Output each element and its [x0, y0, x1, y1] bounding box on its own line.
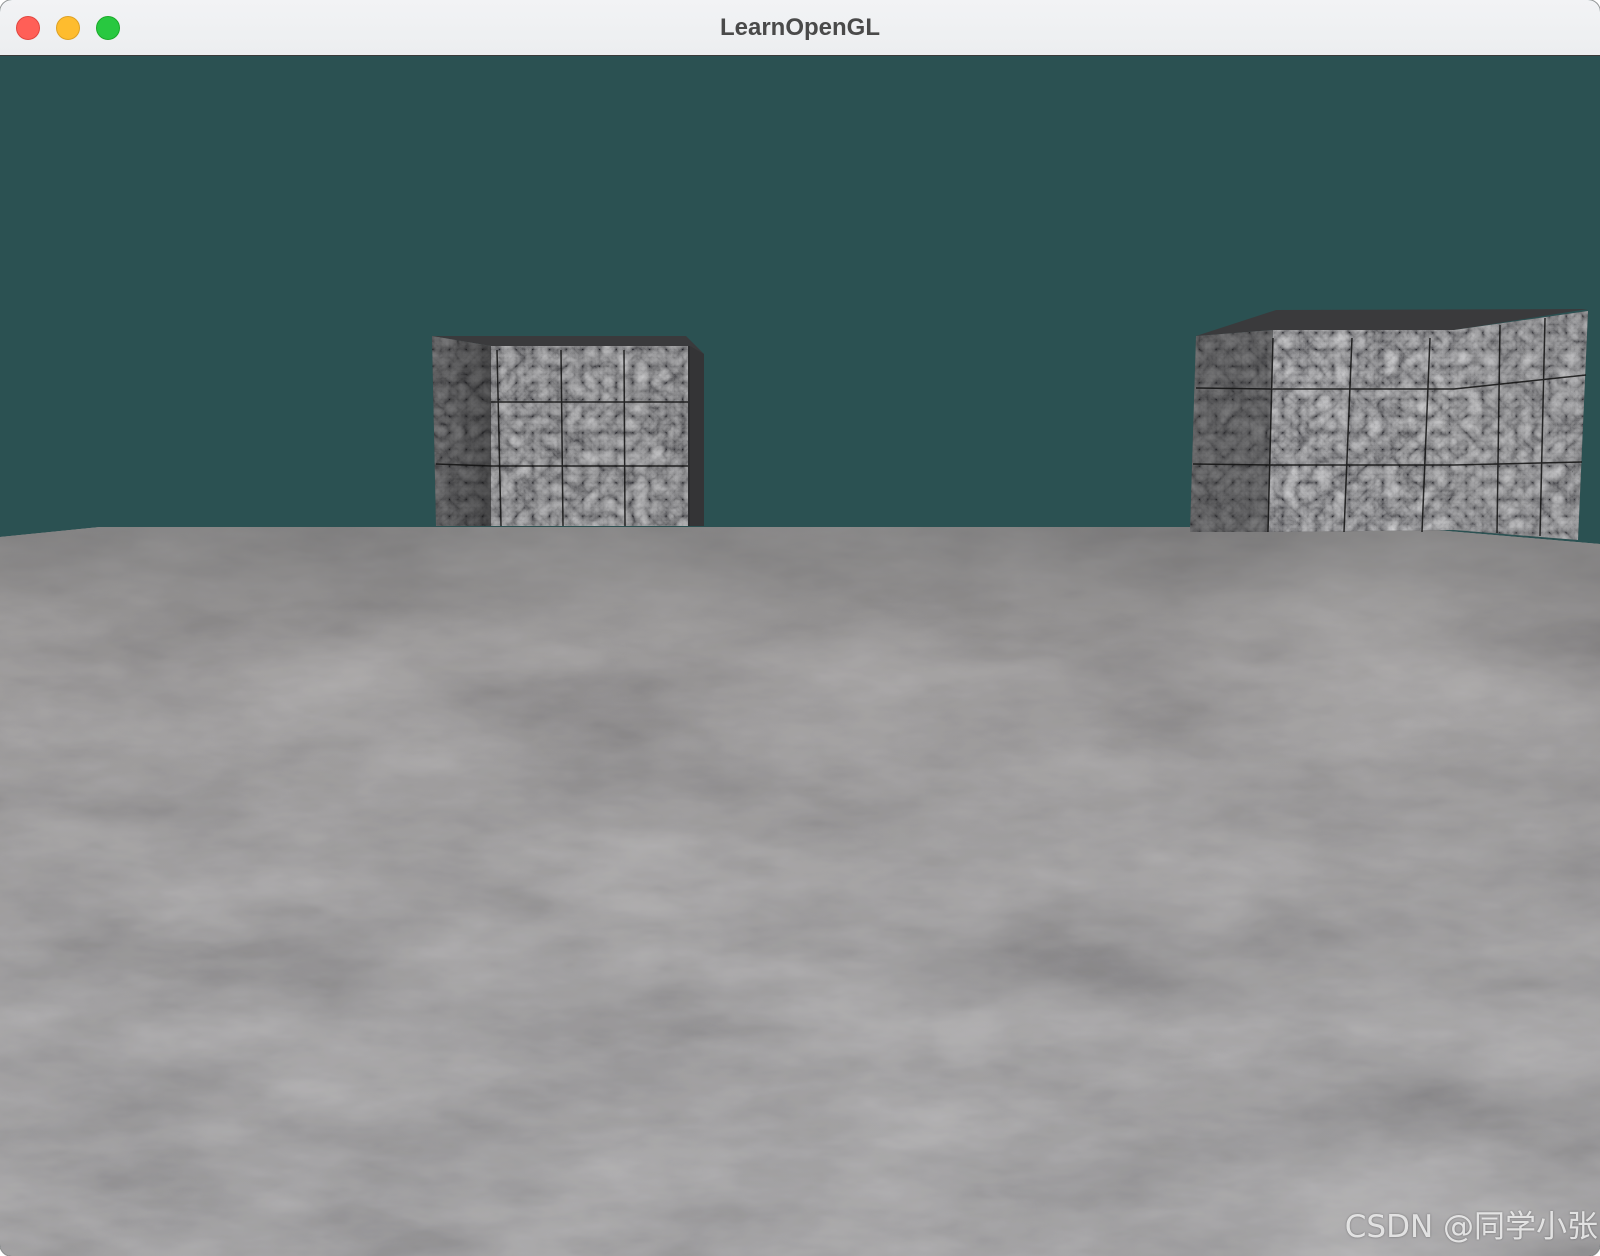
cube-right — [1190, 309, 1588, 540]
floor-plane — [0, 527, 1600, 1256]
window-title: LearnOpenGL — [719, 14, 881, 41]
app-window: LearnOpenGL CSDN @同学小张 — [0, 0, 1600, 1256]
watermark-text: CSDN @同学小张 — [1344, 1209, 1598, 1245]
title-bar[interactable]: LearnOpenGL — [0, 0, 1600, 56]
opengl-viewport[interactable]: CSDN @同学小张 — [0, 56, 1600, 1256]
cube-left — [432, 336, 704, 527]
